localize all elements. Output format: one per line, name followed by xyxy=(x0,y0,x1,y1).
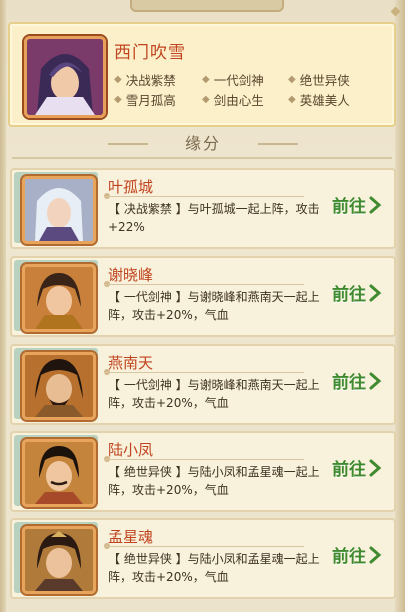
chevron-right-icon xyxy=(369,372,382,389)
hero-trait: ◆ 雪月孤高 xyxy=(114,90,176,109)
fate-description: 【 一代剑神 】与谢晓峰和燕南天一起上阵，攻击+20%，气血 xyxy=(108,378,320,410)
name-underline xyxy=(104,196,304,197)
goto-button[interactable]: 前往 xyxy=(332,455,382,480)
goto-button[interactable]: 前往 xyxy=(332,542,382,567)
name-underline xyxy=(104,459,304,460)
fate-description: 【 决战紫禁 】与叶孤城一起上阵，攻击+22% xyxy=(108,202,320,234)
trait-label: 雪月孤高 xyxy=(125,93,176,108)
hero-card: 西门吹雪 ◆ 决战紫禁 ◆ 一代剑神 ◆ 绝世异侠 ◆ 雪月孤高 ◆ 剑由心生 ◆ 英雄美人 xyxy=(8,22,396,127)
hero-trait: ◆ 一代剑神 xyxy=(202,70,264,89)
fate-description: 【 绝世异侠 】与陆小凤和孟星魂一起上阵，攻击+20%，气血 xyxy=(108,465,320,497)
chevron-right-icon xyxy=(369,196,382,213)
trait-label: 绝世异侠 xyxy=(299,73,350,88)
chevron-right-icon xyxy=(369,284,382,301)
fate-row-mengxinghun: 孟星魂 【 绝世异侠 】与陆小凤和孟星魂一起上阵，攻击+20%，气血 前往 xyxy=(10,518,396,599)
hero-portrait[interactable] xyxy=(24,36,106,118)
character-avatar-icon xyxy=(25,179,93,241)
fate-name: 叶孤城 xyxy=(108,178,154,196)
fate-name: 陆小凤 xyxy=(108,441,154,459)
section-divider xyxy=(12,157,392,159)
hero-trait: ◆ 英雄美人 xyxy=(288,90,350,109)
goto-label: 前往 xyxy=(332,547,366,567)
character-avatar-icon xyxy=(25,529,93,591)
goto-label: 前往 xyxy=(332,460,366,480)
character-avatar-icon xyxy=(25,267,93,329)
section-title: 缘分 xyxy=(108,130,298,158)
fate-row-luxiaofeng: 陆小凤 【 绝世异侠 】与陆小凤和孟星魂一起上阵，攻击+20%，气血 前往 xyxy=(10,431,396,512)
fate-portrait[interactable] xyxy=(22,526,96,594)
hero-trait: ◆ 决战紫禁 xyxy=(114,70,176,89)
goto-button[interactable]: 前往 xyxy=(332,368,382,393)
fate-row-xiexiaofeng: 谢晓峰 【 一代剑神 】与谢晓峰和燕南天一起上阵，攻击+20%，气血 前往 xyxy=(10,256,396,337)
fate-name: 孟星魂 xyxy=(108,528,154,546)
fate-portrait[interactable] xyxy=(22,176,96,244)
hero-trait: ◆ 剑由心生 xyxy=(202,90,264,109)
goto-button[interactable]: 前往 xyxy=(332,280,382,305)
trait-label: 剑由心生 xyxy=(213,93,264,108)
goto-label: 前往 xyxy=(332,197,366,217)
goto-button[interactable]: 前往 xyxy=(332,192,382,217)
name-underline xyxy=(104,372,304,373)
trait-label: 英雄美人 xyxy=(299,93,350,108)
top-tab-decoration xyxy=(130,0,284,12)
goto-label: 前往 xyxy=(332,373,366,393)
right-border xyxy=(395,0,405,612)
character-avatar-icon xyxy=(25,355,93,417)
fate-row-yannantian: 燕南天 【 一代剑神 】与谢晓峰和燕南天一起上阵，攻击+20%，气血 前往 xyxy=(10,344,396,425)
hero-trait: ◆ 绝世异侠 xyxy=(288,70,350,89)
hero-avatar-icon xyxy=(27,39,103,115)
name-underline xyxy=(104,284,304,285)
chevron-right-icon xyxy=(369,546,382,563)
fate-portrait[interactable] xyxy=(22,352,96,420)
fate-name: 谢晓峰 xyxy=(108,266,154,284)
fate-portrait[interactable] xyxy=(22,264,96,332)
character-avatar-icon xyxy=(25,442,93,504)
name-underline xyxy=(104,546,304,547)
hero-name: 西门吹雪 xyxy=(114,43,186,63)
trait-label: 决战紫禁 xyxy=(125,73,176,88)
fate-name: 燕南天 xyxy=(108,354,154,372)
fate-portrait[interactable] xyxy=(22,439,96,507)
fate-row-yegucheng: 叶孤城 【 决战紫禁 】与叶孤城一起上阵，攻击+22% 前往 xyxy=(10,168,396,249)
goto-label: 前往 xyxy=(332,285,366,305)
trait-label: 一代剑神 xyxy=(213,73,264,88)
left-border xyxy=(0,0,6,612)
chevron-right-icon xyxy=(369,459,382,476)
fate-description: 【 绝世异侠 】与陆小凤和孟星魂一起上阵，攻击+20%，气血 xyxy=(108,552,320,584)
fate-description: 【 一代剑神 】与谢晓峰和燕南天一起上阵，攻击+20%，气血 xyxy=(108,290,320,322)
